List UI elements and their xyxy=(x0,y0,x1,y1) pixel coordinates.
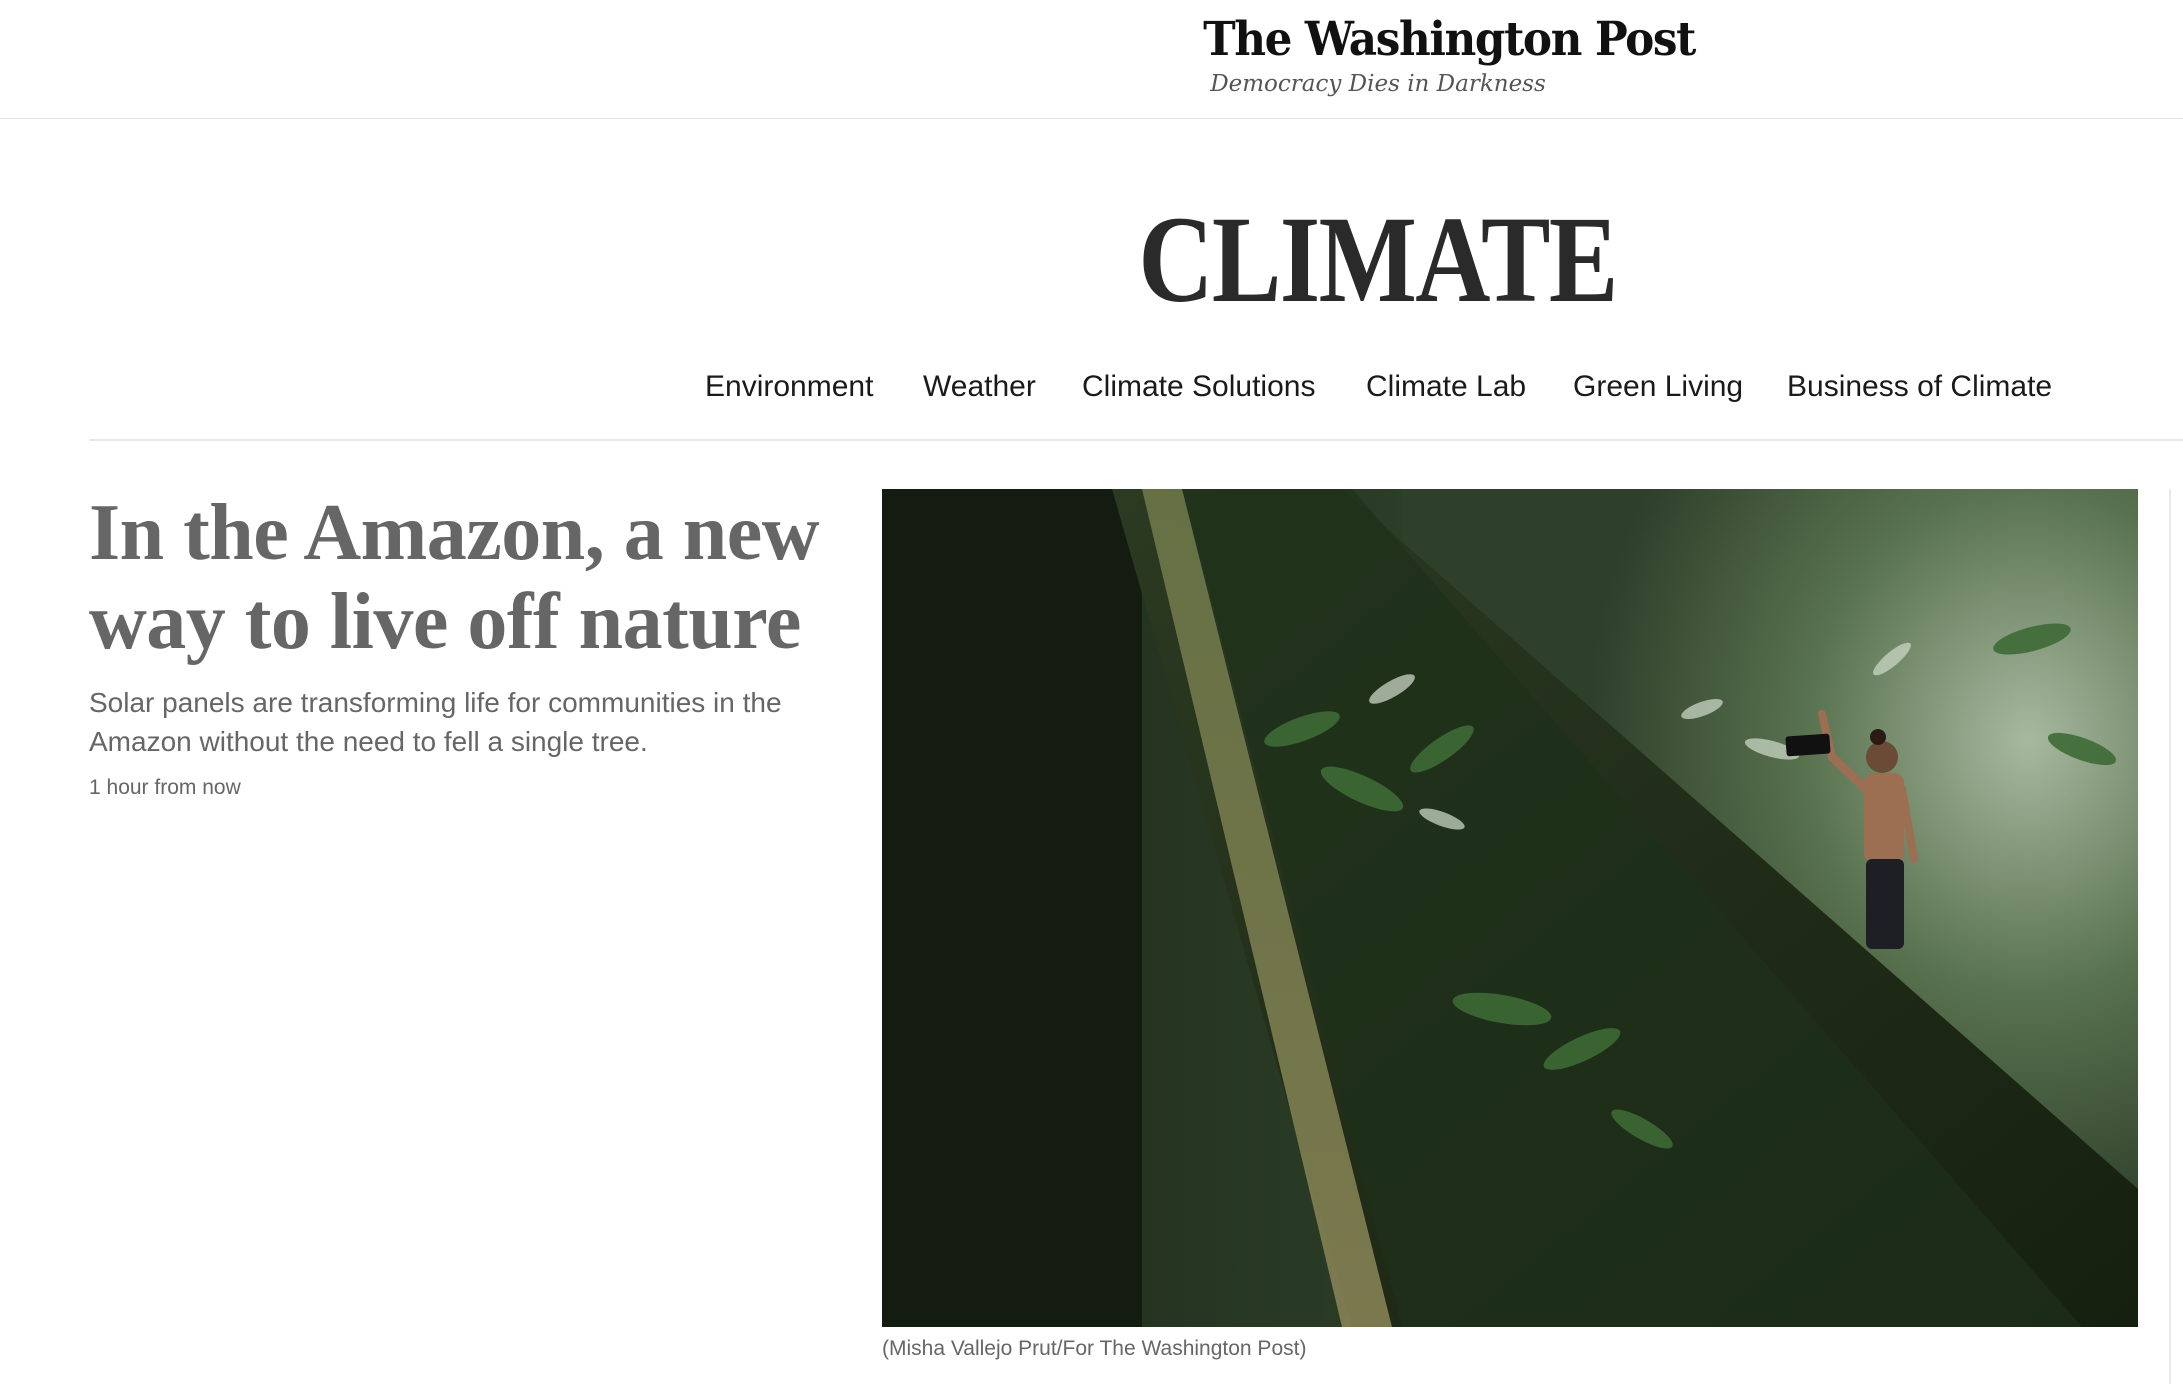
section-title: CLIMATE xyxy=(1138,191,1618,328)
subnav-item-climate-lab[interactable]: Climate Lab xyxy=(1366,364,1526,410)
subnav-item-environment[interactable]: Environment xyxy=(705,364,873,410)
section-subnav: Environment Weather Climate Solutions Cl… xyxy=(0,364,2183,410)
section-divider xyxy=(89,439,2183,441)
subnav-item-green-living[interactable]: Green Living xyxy=(1573,364,1743,410)
site-header: The Washington Post Democracy Dies in Da… xyxy=(0,0,2183,119)
story-photo[interactable] xyxy=(882,489,2138,1327)
photo-caption: (Misha Vallejo Prut/For The Washington P… xyxy=(882,1337,1307,1360)
story-dek: Solar panels are transforming life for c… xyxy=(89,687,782,757)
story-timestamp: 1 hour from now xyxy=(89,776,241,799)
subnav-item-weather[interactable]: Weather xyxy=(923,364,1036,410)
story-headline[interactable]: In the Amazon, a new way to live off nat… xyxy=(89,489,869,667)
column-rule xyxy=(2169,489,2171,1384)
rainforest-photo-illustration xyxy=(882,489,2138,1327)
subnav-item-climate-solutions[interactable]: Climate Solutions xyxy=(1082,364,1315,410)
subnav-item-business-of-climate[interactable]: Business of Climate xyxy=(1787,364,2052,410)
site-tagline: Democracy Dies in Darkness xyxy=(1210,71,1546,97)
site-logo[interactable]: The Washington Post xyxy=(1203,16,1696,63)
